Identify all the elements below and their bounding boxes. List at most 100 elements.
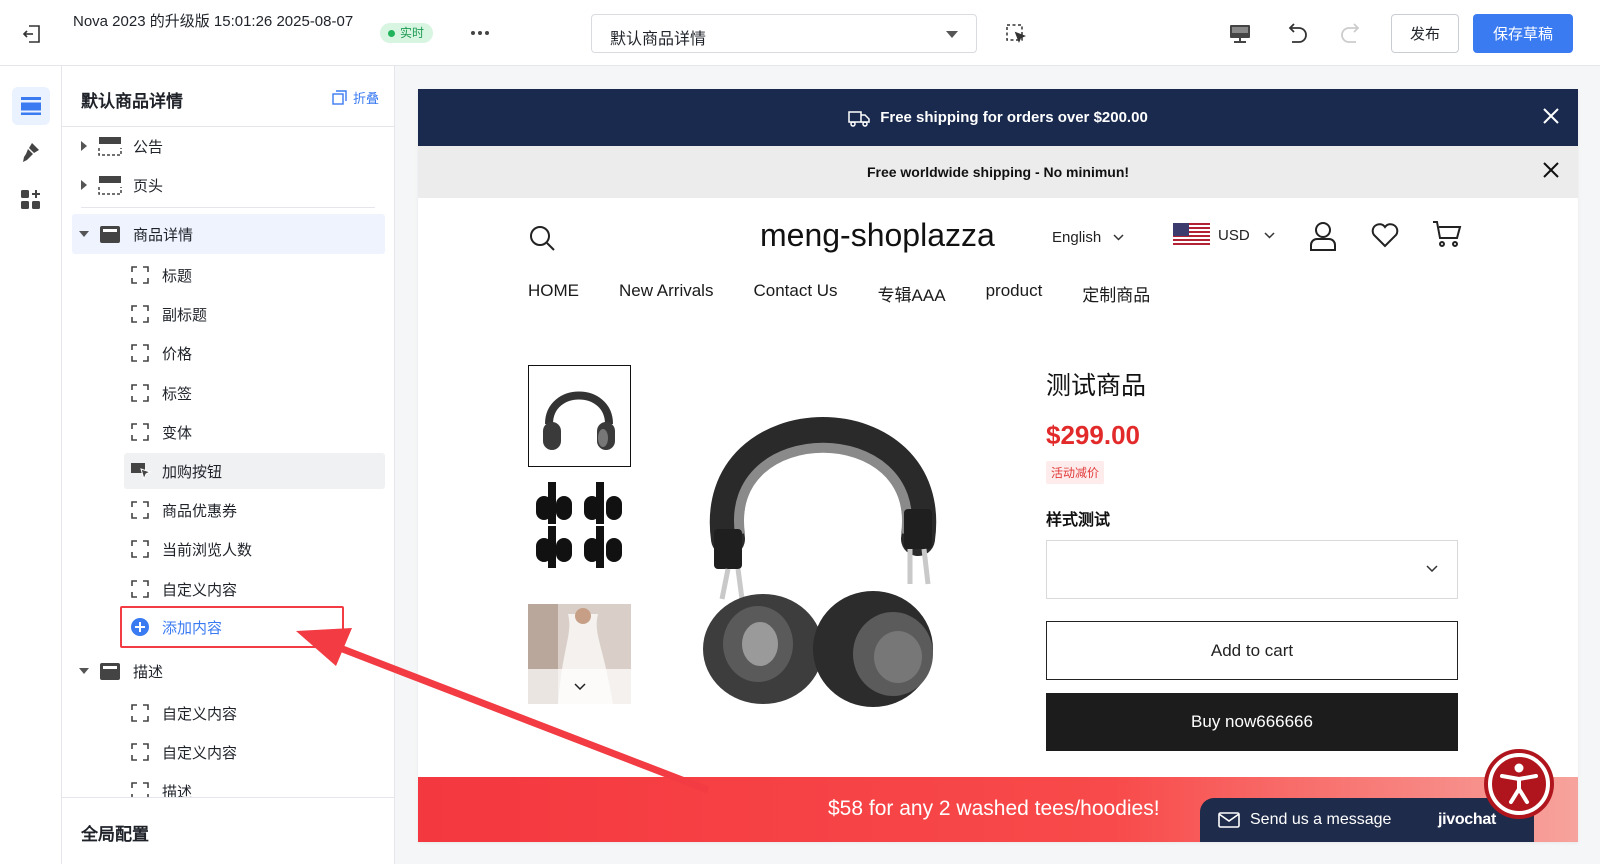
nav-item[interactable]: 定制商品 [1082,281,1150,306]
block-item[interactable]: 标签 [124,375,385,411]
block-label: 商品优惠券 [162,502,238,520]
user-icon[interactable] [1309,221,1337,251]
currency-label: USD [1218,226,1250,244]
nav-item[interactable]: 专辑AAA [878,281,946,306]
heart-icon[interactable] [1371,222,1399,248]
sale-badge: 活动减价 [1046,461,1105,484]
apps-icon[interactable] [12,181,50,219]
save-draft-button[interactable]: 保存草稿 [1473,14,1573,53]
caret-down-icon[interactable] [76,668,92,674]
template-select-value: 默认商品详情 [610,31,707,48]
undo-icon[interactable] [1284,20,1310,46]
announcement-section-icon [98,136,124,156]
block-item[interactable]: 商品优惠券 [124,492,385,528]
more-icon[interactable] [469,26,491,40]
block-item[interactable]: 加购按钮 [124,453,385,489]
block-item[interactable]: 变体 [124,414,385,450]
chevron-down-icon [1426,565,1438,572]
select-element-icon[interactable] [1004,22,1028,46]
caret-down-icon[interactable] [76,231,92,237]
section-label: 描述 [133,663,164,681]
sidebar-title: 默认商品详情 [81,92,183,111]
block-label: 自定义内容 [162,581,238,599]
buy-now-button[interactable]: Buy now666666 [1046,693,1458,751]
global-settings[interactable]: 全局配置 [62,797,394,864]
announcement-bar-secondary: Free worldwide shipping - No minimun! [418,146,1578,198]
section-label: 商品详情 [133,226,194,244]
product-main-image[interactable] [678,359,968,714]
block-item[interactable]: 标题 [124,257,385,293]
left-rail [0,66,62,864]
section-announcement[interactable]: 公告 [72,127,385,165]
block-icon [130,304,150,324]
cart-icon[interactable] [1432,220,1462,248]
collapse-label: 折叠 [352,91,379,106]
block-label: 自定义内容 [162,705,238,723]
mail-icon [1218,812,1240,828]
block-item[interactable]: 自定义内容 [124,734,385,770]
nav-item[interactable]: Contact Us [753,281,837,306]
truck-icon [848,109,870,127]
block-item[interactable]: 自定义内容 [124,695,385,731]
nav-item[interactable]: product [986,281,1043,306]
thumbnail-scroll-down[interactable] [528,669,631,704]
sections-icon[interactable] [12,87,50,125]
caret-right-icon[interactable] [76,180,92,190]
publish-button[interactable]: 发布 [1391,14,1459,53]
store-preview: Free shipping for orders over $200.00 Fr… [418,89,1578,842]
global-settings-label: 全局配置 [81,825,149,844]
us-flag-icon [1173,223,1210,247]
section-header[interactable]: 页头 [72,166,385,204]
currency-selector[interactable]: USD [1173,223,1275,247]
block-label: 加购按钮 [162,463,223,481]
section-label: 公告 [133,138,164,156]
block-item[interactable]: 自定义内容 [124,571,385,607]
variant-select[interactable] [1046,540,1458,599]
store-logo[interactable]: meng-shoplazza [760,217,995,254]
desktop-icon[interactable] [1228,22,1252,46]
block-icon [130,265,150,285]
block-item[interactable]: 副标题 [124,296,385,332]
close-icon[interactable] [1542,107,1560,125]
section-product-details[interactable]: 商品详情 [72,214,385,254]
block-icon [130,742,150,762]
block-label: 标签 [162,385,193,403]
block-label: 标题 [162,267,193,285]
language-selector[interactable]: English [1052,229,1124,246]
product-thumbnail[interactable] [528,476,631,578]
block-label: 副标题 [162,306,208,324]
redo-icon[interactable] [1338,20,1364,46]
collapse-button[interactable]: 折叠 [332,88,379,107]
add-content-label: 添加内容 [162,619,223,637]
add-content-button[interactable]: 添加内容 [120,606,344,648]
live-badge-label: 实时 [400,26,425,40]
block-icon [130,500,150,520]
product-section-icon [98,224,124,244]
divider [81,207,375,208]
nav-item[interactable]: HOME [528,281,579,306]
brush-icon[interactable] [12,133,50,171]
product-thumbnail[interactable] [528,365,631,467]
announcement-text-primary: Free shipping for orders over $200.00 [880,109,1148,126]
block-icon [130,343,150,363]
block-label: 变体 [162,424,193,442]
exit-icon[interactable] [20,22,44,46]
accessibility-icon[interactable] [1484,749,1554,819]
add-to-cart-button[interactable]: Add to cart [1046,621,1458,680]
announcement-text-secondary: Free worldwide shipping - No minimun! [866,164,1130,180]
block-item[interactable]: 价格 [124,335,385,371]
section-sidebar: 默认商品详情 折叠 公告 页头 商品详情 标题副标题价格标签变体加购按钮商品优惠… [62,66,395,864]
caret-right-icon[interactable] [76,141,92,151]
template-select[interactable]: 默认商品详情 [591,14,977,53]
block-icon [130,539,150,559]
promo-text: $58 for any 2 washed tees/hoodies! [828,797,1160,820]
nav-item[interactable]: New Arrivals [619,281,713,306]
section-label: 页头 [133,177,164,195]
description-section-icon [98,661,124,681]
close-icon[interactable] [1542,161,1560,179]
block-icon [130,383,150,403]
block-item[interactable]: 当前浏览人数 [124,531,385,567]
search-icon[interactable] [528,224,556,252]
chat-message-label: Send us a message [1250,811,1392,828]
section-description[interactable]: 描述 [72,652,385,690]
